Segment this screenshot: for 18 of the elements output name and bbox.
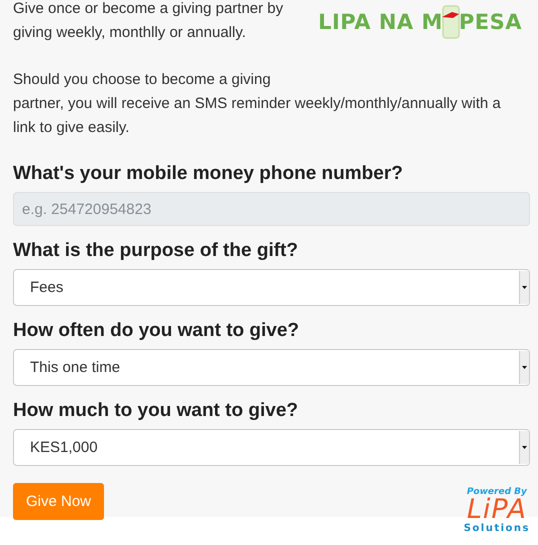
intro-paragraph: Should you choose to become a giving partner, you will receive an SMS reminder weekly/monthly/annually with a link to give easily. bbox=[13, 70, 502, 138]
dropdown-select[interactable]: KES1,000 bbox=[13, 429, 530, 466]
dropdown-select[interactable]: Fees bbox=[13, 269, 530, 306]
solutions-text: Solutions bbox=[464, 523, 530, 535]
lipa-logo-text: LiPA bbox=[466, 497, 527, 523]
caret-icon bbox=[522, 366, 527, 369]
logo-text: PESA bbox=[458, 10, 522, 34]
logo-text: LIPA NA M bbox=[318, 10, 443, 34]
field-label: How much to you want to give? bbox=[13, 399, 299, 423]
field-label: What's your mobile money phone number? bbox=[13, 162, 404, 186]
field-label: How often do you want to give? bbox=[13, 319, 300, 343]
phone-icon bbox=[442, 5, 460, 39]
dropdown-select[interactable]: This one time bbox=[13, 349, 530, 386]
intro-paragraph: Give once or become a giving partner by giving weekly, monthlly or annually. bbox=[13, 0, 284, 43]
caret-icon bbox=[522, 286, 527, 289]
field-label: What is the purpose of the gift? bbox=[13, 239, 299, 263]
powered-by-text: Powered By bbox=[466, 487, 527, 497]
caret-icon bbox=[522, 446, 527, 449]
